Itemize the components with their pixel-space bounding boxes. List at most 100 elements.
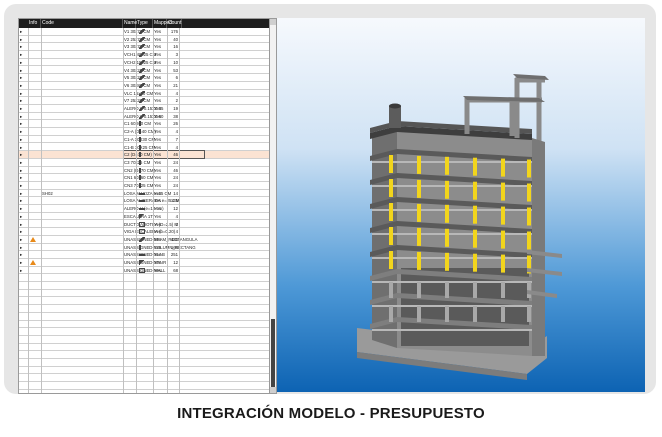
- highlighted-column[interactable]: [527, 231, 531, 250]
- table-row[interactable]: ▸ UNASSIGNED-STAIR Yes 12: [19, 259, 269, 267]
- table-row[interactable]: ▸ALERO H (e=15 cm)Yes12: [19, 205, 269, 213]
- expand-row-icon[interactable]: ▸: [20, 251, 27, 258]
- expand-row-icon[interactable]: ▸: [20, 97, 27, 104]
- table-row[interactable]: ▸ DUCTO ADOTEA (D=2.5) M Yes 2: [19, 221, 269, 229]
- table-row[interactable]: ▸ C2 (D=70 CM) Yes 46: [19, 150, 269, 160]
- highlighted-column[interactable]: [389, 155, 393, 173]
- expand-row-icon[interactable]: ▸: [20, 59, 27, 66]
- expand-row-icon[interactable]: ▸: [20, 259, 27, 266]
- highlighted-column[interactable]: [527, 159, 531, 178]
- scroll-down-arrow-icon[interactable]: [270, 387, 276, 393]
- table-row[interactable]: ▸ UNASSIGNED-WALL Yes 68: [19, 267, 269, 275]
- table-row[interactable]: ▸ALERO V 0.15X0.60Yes38: [19, 113, 269, 121]
- highlighted-column[interactable]: [501, 230, 505, 249]
- highlighted-column[interactable]: [445, 180, 449, 199]
- table-row[interactable]: ▸VCH2 15x25 CMYes10: [19, 59, 269, 67]
- expand-row-icon[interactable]: ▸: [20, 36, 27, 43]
- expand-row-icon[interactable]: ▸: [20, 236, 27, 243]
- highlighted-column[interactable]: [417, 251, 421, 270]
- expand-row-icon[interactable]: ▸: [20, 221, 27, 228]
- highlighted-column[interactable]: [473, 229, 477, 248]
- table-row[interactable]: ▸ LOSA ALIGERADA e=25 CM Yes 135: [19, 197, 269, 206]
- column-header-info[interactable]: Info: [28, 19, 41, 28]
- table-row[interactable]: ▸ UNASSIGNED-COLUMN_RECTANG Yes 160: [19, 244, 269, 252]
- expand-row-icon[interactable]: ▸: [20, 213, 27, 220]
- highlighted-column[interactable]: [389, 179, 393, 197]
- highlighted-column[interactable]: [417, 227, 421, 246]
- highlighted-column[interactable]: [389, 203, 393, 221]
- expand-row-icon[interactable]: ▸: [20, 136, 27, 143]
- expand-row-icon[interactable]: ▸: [20, 128, 27, 135]
- highlighted-column[interactable]: [417, 203, 421, 222]
- expand-row-icon[interactable]: ▸: [20, 228, 27, 235]
- table-row[interactable]: ▸VCH1 40x25 CMYes3: [19, 51, 269, 59]
- table-row[interactable]: ▸ V4 30x25 CM Yes 53: [19, 67, 269, 75]
- table-row[interactable]: ▸UNASSIGNED-SLABYes251: [19, 251, 269, 259]
- highlighted-column[interactable]: [473, 157, 477, 176]
- highlighted-column[interactable]: [445, 204, 449, 223]
- expand-row-icon[interactable]: ▸: [20, 74, 27, 81]
- expand-row-icon[interactable]: ▸: [20, 167, 27, 174]
- table-row[interactable]: ▸ESCALERA 1TYes4: [19, 213, 269, 221]
- highlighted-column[interactable]: [473, 181, 477, 200]
- expand-row-icon[interactable]: ▸: [20, 105, 27, 112]
- highlighted-column[interactable]: [527, 207, 531, 226]
- table-row[interactable]: ▸C1-A 30X30 CMYes7: [19, 136, 269, 144]
- expand-row-icon[interactable]: ▸: [20, 43, 27, 50]
- expand-row-icon[interactable]: ▸: [20, 120, 27, 127]
- table-row[interactable]: ▸CN1 60x60 CMYes24: [19, 174, 269, 182]
- highlighted-column[interactable]: [389, 251, 393, 269]
- table-row[interactable]: ▸ C1 60X60 CM Yes 26: [19, 120, 269, 129]
- 3d-model-viewport[interactable]: [277, 18, 645, 392]
- highlighted-column[interactable]: [501, 182, 505, 201]
- scroll-up-arrow-icon[interactable]: [270, 19, 276, 25]
- table-row[interactable]: ▸ C3 70x25 CM Yes 24: [19, 159, 269, 167]
- expand-row-icon[interactable]: ▸: [20, 28, 27, 35]
- table-row[interactable]: ▸ UNASSIGNED-BEAM_RECTANGULA Yes 436: [19, 236, 269, 244]
- expand-row-icon[interactable]: ▸: [20, 267, 27, 274]
- highlighted-column[interactable]: [473, 205, 477, 224]
- expand-row-icon[interactable]: ▸: [20, 113, 27, 120]
- highlighted-column[interactable]: [389, 227, 393, 245]
- column-header-mapped[interactable]: Mapped: [153, 19, 172, 28]
- vertical-scrollbar[interactable]: [269, 19, 276, 393]
- expand-row-icon[interactable]: ▸: [20, 205, 27, 212]
- expand-row-icon[interactable]: ▸: [20, 174, 27, 181]
- highlighted-column[interactable]: [445, 156, 449, 175]
- table-row[interactable]: ▸ SH02 LOSA MACIZA e=25 CM Yes 14: [19, 190, 269, 198]
- expand-row-icon[interactable]: ▸: [20, 51, 27, 58]
- highlighted-column[interactable]: [501, 206, 505, 225]
- table-row[interactable]: ▸CN3 70x25 CMYes24: [19, 182, 269, 190]
- expand-row-icon[interactable]: ▸: [20, 82, 27, 89]
- column-header-count[interactable]: Count: [167, 19, 183, 28]
- table-row[interactable]: ▸ VIGA ESCALERA (b=0.20) Yes 4: [19, 228, 269, 236]
- table-row[interactable]: ▸VLC 15x70 CMYes4: [19, 90, 269, 98]
- highlighted-column[interactable]: [417, 155, 421, 174]
- column-header-type[interactable]: Type: [136, 19, 153, 28]
- highlighted-column[interactable]: [445, 228, 449, 247]
- table-row[interactable]: ▸ V3 30x70 CM Yes 16: [19, 43, 269, 52]
- table-row[interactable]: ▸ V6 30x80 CM Yes 21: [19, 82, 269, 90]
- expand-row-icon[interactable]: ▸: [20, 67, 27, 74]
- highlighted-column[interactable]: [527, 183, 531, 202]
- expand-row-icon[interactable]: ▸: [20, 159, 27, 166]
- expand-row-icon[interactable]: ▸: [20, 151, 27, 158]
- highlighted-column[interactable]: [501, 254, 505, 273]
- table-row[interactable]: ▸ C1-B 30X25 CM Yes 4: [19, 144, 269, 152]
- table-row[interactable]: ▸ V1 30x70 CM Yes 176: [19, 28, 269, 36]
- table-row[interactable]: ▸ALERO V 0.15X0.35Yes19: [19, 105, 269, 113]
- expand-row-icon[interactable]: ▸: [20, 90, 27, 97]
- expand-row-icon[interactable]: ▸: [20, 244, 27, 251]
- expand-row-icon[interactable]: ▸: [20, 197, 27, 204]
- expand-row-icon[interactable]: ▸: [20, 182, 27, 189]
- table-row[interactable]: ▸ V2 25x70 CM Yes 40: [19, 36, 269, 44]
- highlighted-column[interactable]: [473, 253, 477, 272]
- expand-row-icon[interactable]: ▸: [20, 190, 27, 197]
- highlighted-column[interactable]: [445, 252, 449, 271]
- column-header-name[interactable]: Name: [123, 19, 137, 28]
- table-row[interactable]: ▸C2-A (D=40 CM)Yes4: [19, 128, 269, 136]
- expand-row-icon[interactable]: ▸: [20, 144, 27, 151]
- scroll-thumb[interactable]: [271, 319, 275, 389]
- column-header-code[interactable]: Code: [41, 19, 123, 28]
- table-row[interactable]: ▸ V5 30x25 CM Yes 6: [19, 74, 269, 82]
